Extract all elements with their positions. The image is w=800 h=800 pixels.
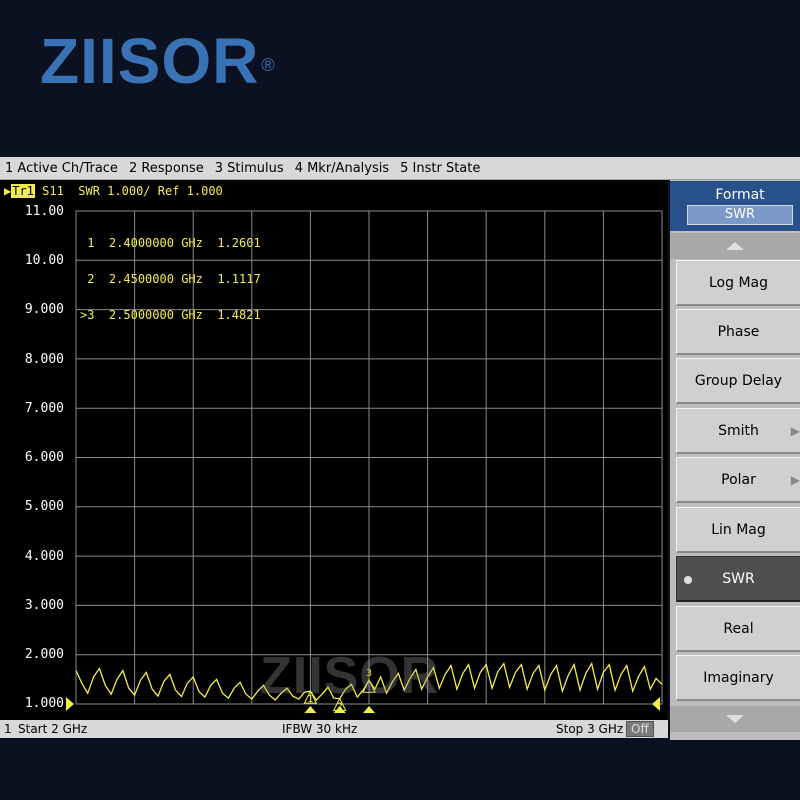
softkey-imaginary[interactable]: Imaginary	[676, 655, 800, 701]
marker-unit: GHz	[181, 272, 203, 286]
submenu-arrow-icon: ▶	[790, 473, 800, 487]
softkey-phase[interactable]: Phase	[676, 309, 800, 355]
marker-row[interactable]: 1 2.4000000 GHz 1.2601	[80, 236, 261, 250]
ref-level-right-marker	[652, 697, 660, 711]
status-off-button[interactable]: Off	[626, 721, 654, 737]
format-title: Format	[715, 187, 765, 203]
selected-radio-icon	[684, 576, 692, 584]
marker-id: 3	[87, 308, 95, 322]
softkey-real[interactable]: Real	[676, 606, 800, 652]
marker-row[interactable]: 2 2.4500000 GHz 1.1117	[80, 272, 261, 286]
format-header: Format SWR	[670, 181, 800, 231]
scroll-down-button[interactable]	[670, 706, 800, 732]
marker-row[interactable]: >3 2.5000000 GHz 1.4821	[80, 309, 261, 321]
status-start[interactable]: Start 2 GHz	[18, 722, 87, 736]
marker-id: 1	[87, 236, 95, 250]
triangle-down-icon	[726, 715, 744, 723]
triangle-up-icon	[726, 242, 744, 250]
format-value: SWR	[687, 205, 793, 225]
status-bar: 1 Start 2 GHz IFBW 30 kHz Stop 3 GHz Off	[0, 720, 668, 738]
marker-unit: GHz	[181, 308, 203, 322]
scroll-up-button[interactable]	[670, 233, 800, 259]
softkey-smith[interactable]: Smith ▶	[676, 408, 800, 454]
marker-value: 1.4821	[217, 308, 261, 322]
marker-freq: 2.5000000	[108, 308, 174, 322]
marker-table: 1 2.4000000 GHz 1.2601 2 2.4500000 GHz 1…	[80, 213, 261, 333]
status-ifbw[interactable]: IFBW 30 kHz	[282, 722, 357, 736]
softkey-swr[interactable]: SWR	[676, 556, 800, 602]
marker-freq: 2.4000000	[108, 236, 174, 250]
marker-id: 2	[87, 272, 95, 286]
softkey-label: Polar	[721, 471, 756, 488]
marker-value: 1.2601	[217, 236, 261, 250]
softkey-log-mag[interactable]: Log Mag	[676, 260, 800, 306]
marker-3-pointer	[363, 706, 375, 713]
submenu-arrow-icon: ▶	[790, 424, 800, 438]
marker-value: 1.1117	[217, 272, 261, 286]
marker-freq: 2.4500000	[108, 272, 174, 286]
watermark: ZIISOR	[260, 647, 440, 705]
softkey-polar[interactable]: Polar ▶	[676, 457, 800, 503]
status-channel: 1	[4, 722, 12, 736]
softkey-lin-mag[interactable]: Lin Mag	[676, 507, 800, 553]
ref-level-left-marker	[66, 697, 74, 711]
marker-unit: GHz	[181, 236, 203, 250]
softkey-label: Smith	[718, 422, 759, 439]
softkey-group-delay[interactable]: Group Delay	[676, 358, 800, 404]
marker-1-pointer	[304, 706, 317, 713]
status-stop[interactable]: Stop 3 GHz	[556, 722, 623, 736]
